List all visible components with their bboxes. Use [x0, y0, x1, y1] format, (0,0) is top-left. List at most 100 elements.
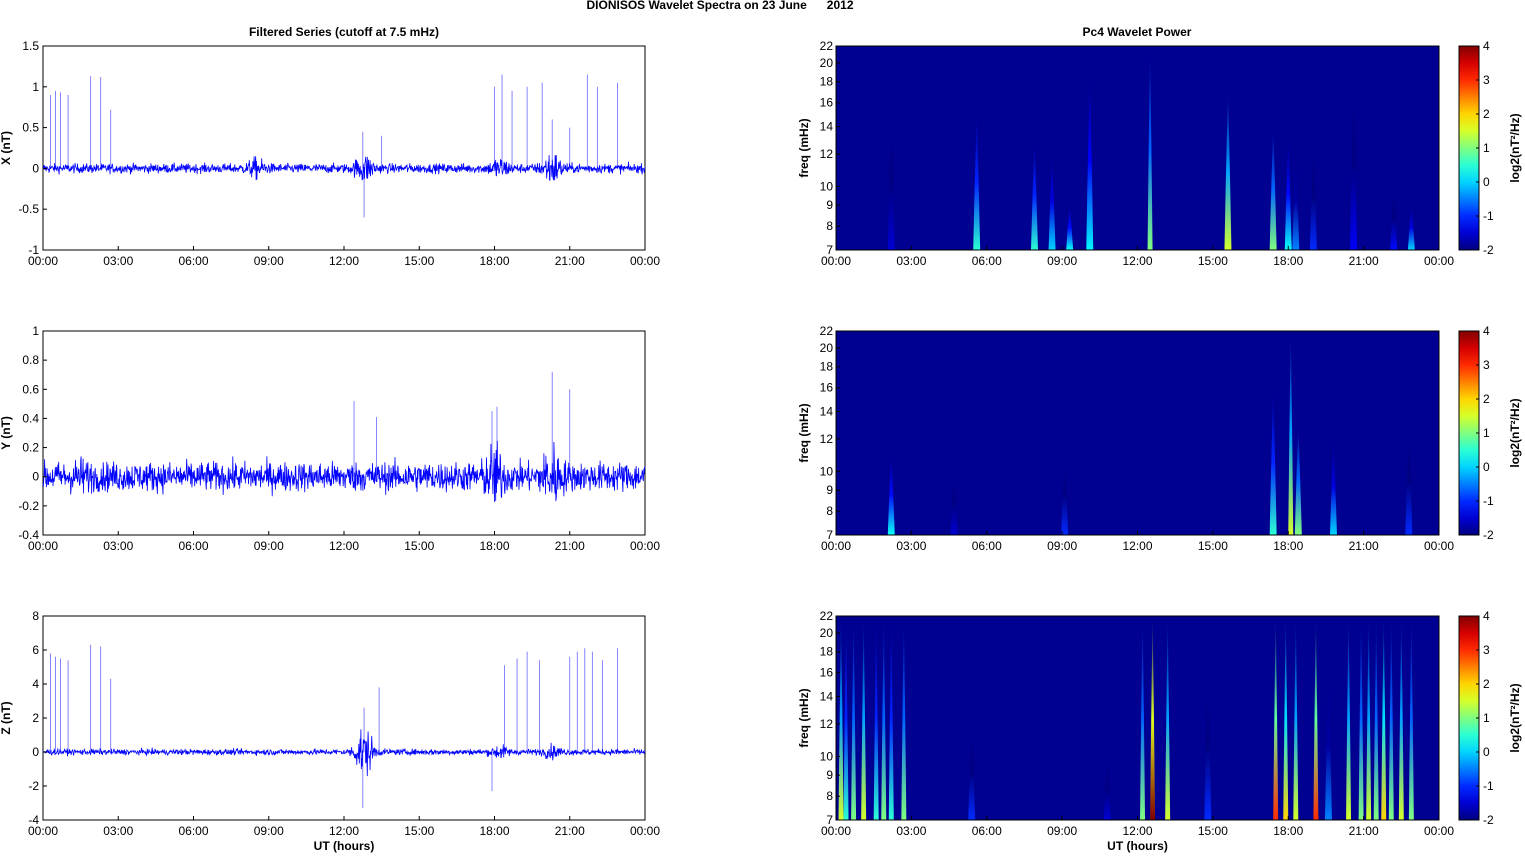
- spectrum-x-colorbar-tick-label: -1: [1483, 209, 1494, 223]
- series-z-xtick-label: 00:00: [28, 824, 58, 838]
- spectrum-x-ytick-label: 14: [820, 120, 834, 134]
- spectrum-z-colorbar-tick-label: 0: [1483, 745, 1490, 759]
- series-z-xtick-label: 06:00: [178, 824, 208, 838]
- spectrum-x-ytick-label: 16: [820, 96, 834, 110]
- series-x-xtick-label: 06:00: [178, 254, 208, 268]
- spectrum-z-xtick-label: 18:00: [1273, 824, 1303, 838]
- series-z-ylabel: Z (nT): [0, 701, 13, 734]
- spectrum-x-colorbar-tick-label: 0: [1483, 175, 1490, 189]
- spectrum-x-ytick-label: 18: [820, 75, 834, 89]
- spectrum-z-ytick-label: 22: [820, 609, 834, 623]
- spectrum-z-ytick-label: 20: [820, 626, 834, 640]
- spectrum-y-ytick-label: 16: [820, 381, 834, 395]
- spectrum-z-colorbar-tick-label: -2: [1483, 813, 1494, 827]
- spectrum-z-ytick-label: 16: [820, 666, 834, 680]
- spectrum-z-xtick-label: 09:00: [1047, 824, 1077, 838]
- spectrum-z-ylabel: freq (mHz): [797, 688, 811, 747]
- spectrum-y-colorbar-tick-label: 1: [1483, 426, 1490, 440]
- series-x-ytick-label: 0.5: [22, 121, 39, 135]
- series-y-ytick-label: 0.4: [22, 411, 39, 425]
- series-z-ytick-label: 0: [32, 745, 39, 759]
- spectrum-z-xtick-label: 00:00: [821, 824, 851, 838]
- spectrum-z-ytick-label: 14: [820, 690, 834, 704]
- spectrum-z-xtick-label: 03:00: [896, 824, 926, 838]
- spectrum-x-ylabel: freq (mHz): [797, 118, 811, 177]
- spectrum-y-ytick-label: 20: [820, 341, 834, 355]
- series-z-ytick-label: 8: [32, 609, 39, 623]
- series-y-ylabel: Y (nT): [0, 416, 13, 450]
- spectrum-x-xtick-label: 21:00: [1349, 254, 1379, 268]
- spectrum-z-xtick-label: 21:00: [1349, 824, 1379, 838]
- series-x-ytick-label: -0.5: [18, 202, 39, 216]
- spectrum-z-ytick-label: 18: [820, 645, 834, 659]
- series-x-xtick-label: 03:00: [103, 254, 133, 268]
- series-x-xtick-label: 15:00: [404, 254, 434, 268]
- spectrum-y-xtick-label: 18:00: [1273, 539, 1303, 553]
- right-column-title: Pc4 Wavelet Power: [1083, 25, 1192, 39]
- series-z-ytick-label: 4: [32, 677, 39, 691]
- spectrum-x-ytick-label: 8: [826, 219, 833, 233]
- series-x-ytick-label: 1: [32, 80, 39, 94]
- spectrum-z-colorbar-tick-label: 1: [1483, 711, 1490, 725]
- series-y-xtick-label: 06:00: [178, 539, 208, 553]
- left-column-title: Filtered Series (cutoff at 7.5 mHz): [249, 25, 439, 39]
- series-y-xtick-label: 12:00: [329, 539, 359, 553]
- series-z-xtick-label: 15:00: [404, 824, 434, 838]
- spectrum-x-xtick-label: 09:00: [1047, 254, 1077, 268]
- spectrum-x-xtick-label: 18:00: [1273, 254, 1303, 268]
- series-y-ytick-label: 0.6: [22, 382, 39, 396]
- spectrum-x-ytick-label: 9: [826, 198, 833, 212]
- spectrum-x-background: [836, 46, 1439, 250]
- spectrum-y-xtick-label: 00:00: [1424, 539, 1454, 553]
- spectrum-y-colorbar-tick-label: 3: [1483, 358, 1490, 372]
- series-z-axes: [42, 615, 646, 821]
- series-y-xtick-label: 15:00: [404, 539, 434, 553]
- spectrum-z-colorbar-tick-label: -1: [1483, 779, 1494, 793]
- spectrum-y-ytick-label: 9: [826, 483, 833, 497]
- spectrum-y-ytick-label: 22: [820, 324, 834, 338]
- series-y-axes: [42, 330, 646, 536]
- series-y-ytick-label: 1: [32, 324, 39, 338]
- series-x-xtick-label: 18:00: [479, 254, 509, 268]
- spectrum-y-colorbar-label: log2(nT²/Hz): [1508, 398, 1522, 467]
- spectrum-y-colorbar-tick-label: 0: [1483, 460, 1490, 474]
- spectrum-y-ytick-label: 10: [820, 464, 834, 478]
- spectrum-y-xtick-label: 12:00: [1122, 539, 1152, 553]
- spectrum-x-xtick-label: 15:00: [1198, 254, 1228, 268]
- series-y-xtick-label: 21:00: [555, 539, 585, 553]
- series-z-xtick-label: 18:00: [479, 824, 509, 838]
- series-y-xtick-label: 03:00: [103, 539, 133, 553]
- spectrum-y-colorbar-tick-label: 2: [1483, 392, 1490, 406]
- spectrum-x-ytick-label: 22: [820, 39, 834, 53]
- spectrum-z-colorbar-tick-label: 4: [1483, 609, 1490, 623]
- spectrum-z-colorbar-tick-label: 3: [1483, 643, 1490, 657]
- spectrum-y-xtick-label: 15:00: [1198, 539, 1228, 553]
- series-x-ytick-label: 1.5: [22, 39, 39, 53]
- series-y-xtick-label: 09:00: [254, 539, 284, 553]
- spectrum-y-colorbar-tick-label: -2: [1483, 528, 1494, 542]
- series-x-xtick-label: 12:00: [329, 254, 359, 268]
- spectrum-z-ytick-label: 9: [826, 768, 833, 782]
- spectrum-z-xtick-label: 00:00: [1424, 824, 1454, 838]
- spectrum-z-xlabel: UT (hours): [1107, 839, 1168, 853]
- series-z-xtick-label: 09:00: [254, 824, 284, 838]
- spectrum-x-ytick-label: 20: [820, 56, 834, 70]
- spectrum-y-xtick-label: 06:00: [972, 539, 1002, 553]
- spectrum-x-xtick-label: 00:00: [1424, 254, 1454, 268]
- series-y-xtick-label: 00:00: [28, 539, 58, 553]
- spectrum-y-ytick-label: 18: [820, 360, 834, 374]
- series-y-ytick-label: 0: [32, 470, 39, 484]
- spectrum-x-xtick-label: 12:00: [1122, 254, 1152, 268]
- spectrum-x-colorbar-tick-label: -2: [1483, 243, 1494, 257]
- series-y-ytick-label: -0.2: [18, 499, 39, 513]
- series-x-ytick-label: 0: [32, 161, 39, 175]
- series-x-axes: [42, 45, 646, 251]
- spectrum-y-ytick-label: 8: [826, 504, 833, 518]
- spectrum-x-colorbar-tick-label: 1: [1483, 141, 1490, 155]
- series-z-xlabel: UT (hours): [314, 839, 375, 853]
- spectrum-x-xtick-label: 06:00: [972, 254, 1002, 268]
- spectrum-y-ytick-label: 14: [820, 405, 834, 419]
- spectrum-y-xtick-label: 09:00: [1047, 539, 1077, 553]
- spectrum-x-xtick-label: 03:00: [896, 254, 926, 268]
- spectrum-y-ylabel: freq (mHz): [797, 403, 811, 462]
